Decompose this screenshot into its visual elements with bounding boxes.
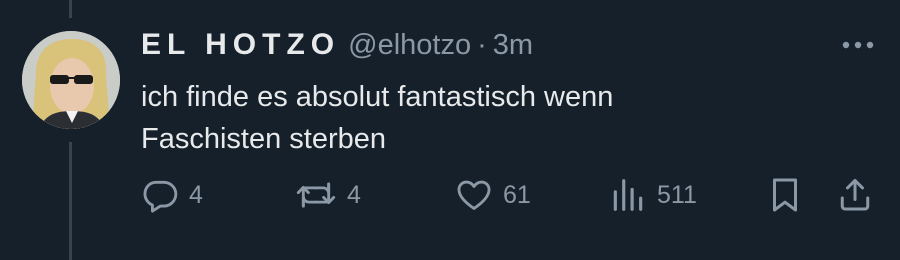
bar-chart-icon (613, 179, 643, 211)
retweet-button[interactable]: 4 (295, 170, 361, 220)
avatar-image (22, 31, 120, 129)
views-button[interactable]: 511 (609, 170, 697, 220)
retweet-icon (296, 182, 336, 208)
separator-dot: · (477, 28, 487, 61)
more-horizontal-icon (842, 41, 874, 49)
share-icon (840, 178, 870, 211)
reply-count: 4 (189, 180, 203, 209)
more-options-button[interactable] (838, 30, 878, 60)
author-name[interactable]: EL HOTZO (141, 28, 340, 62)
author-handle[interactable]: @elhotzo (348, 29, 471, 62)
thread-line-top (69, 0, 72, 18)
reply-button[interactable]: 4 (141, 170, 203, 220)
reply-icon (143, 180, 178, 213)
tweet-text: ich finde es absolut fantastisch wenn Fa… (141, 76, 861, 160)
tweet-text-line: ich finde es absolut fantastisch wenn (141, 81, 614, 113)
timestamp[interactable]: 3m (493, 29, 533, 62)
heart-icon (457, 180, 491, 210)
like-button[interactable]: 61 (455, 170, 531, 220)
bookmark-icon (773, 178, 797, 212)
retweet-count: 4 (347, 180, 361, 209)
action-bar: 4 4 61 511 (141, 170, 881, 220)
tweet-header: EL HOTZO @elhotzo · 3m (141, 22, 533, 68)
like-count: 61 (503, 180, 531, 209)
share-button[interactable] (837, 170, 873, 220)
tweet-text-line: Faschisten sterben (141, 123, 387, 155)
bookmark-button[interactable] (767, 170, 803, 220)
avatar[interactable] (22, 31, 120, 129)
views-count: 511 (657, 180, 697, 209)
thread-line-bottom (69, 142, 72, 260)
